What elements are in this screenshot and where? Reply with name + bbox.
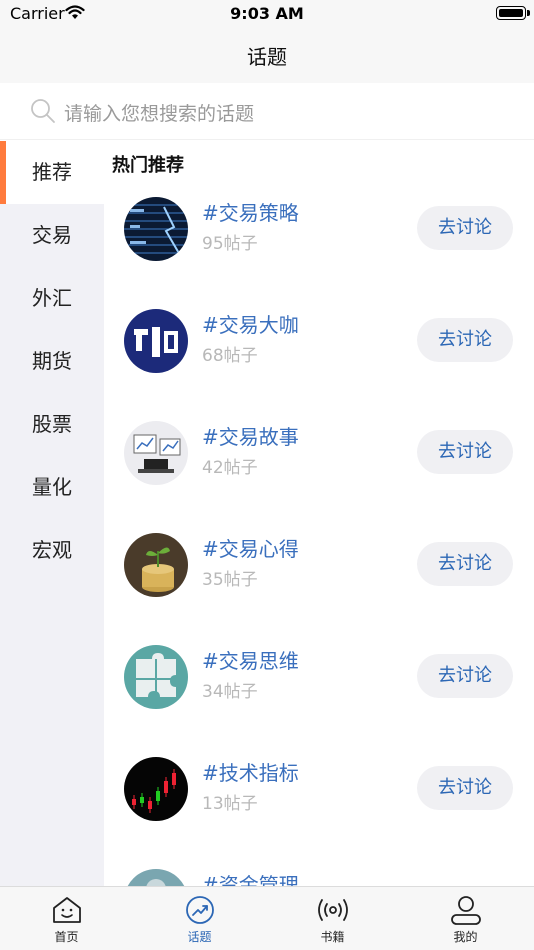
search-bar[interactable]: 请输入您想搜索的话题 [0,83,534,140]
sidebar-item-recommend[interactable]: 推荐 [0,141,104,204]
topic-post-count: 95帖子 [202,234,258,254]
topic-name[interactable]: #交易策略 [202,197,299,226]
sidebar-item-label: 外汇 [32,286,72,310]
topic-item[interactable]: #交易策略 95帖子 去讨论 [104,197,534,309]
topic-item[interactable]: #资金管理 [104,869,534,886]
discuss-button[interactable]: 去讨论 [417,766,513,810]
discuss-button[interactable]: 去讨论 [417,542,513,586]
sidebar-item-label: 股票 [32,412,72,436]
discuss-button[interactable]: 去讨论 [417,318,513,362]
sidebar-item-macro[interactable]: 宏观 [0,519,104,582]
battery-icon [496,6,530,20]
trend-icon [185,896,214,924]
sidebar-item-label: 交易 [32,223,72,247]
topic-name[interactable]: #资金管理 [202,869,299,886]
section-title: 热门推荐 [112,155,184,176]
sidebar-item-stocks[interactable]: 股票 [0,393,104,456]
person-icon [450,896,481,925]
topic-list: 热门推荐 #交易策略 95帖子 去讨论 #交易大咖 68帖子 去讨论 #交易故事… [104,141,534,886]
page-title: 话题 [247,45,287,69]
sidebar-item-label: 量化 [32,475,72,499]
active-indicator [0,141,6,204]
search-icon [31,99,55,123]
topic-item[interactable]: #交易大咖 68帖子 去讨论 [104,309,534,421]
search-input[interactable]: 请输入您想搜索的话题 [64,99,254,126]
topic-name[interactable]: #交易故事 [202,421,299,450]
tab-profile[interactable]: 我的 [399,887,532,950]
clock: 9:03 AM [230,4,304,23]
sidebar-item-label: 期货 [32,349,72,373]
sidebar-item-futures[interactable]: 期货 [0,330,104,393]
tab-bar: 首页 话题 书籍 我的 [0,886,534,950]
sidebar-item-trading[interactable]: 交易 [0,204,104,267]
topic-name[interactable]: #技术指标 [202,757,299,786]
topic-avatar [124,533,188,597]
discuss-button[interactable]: 去讨论 [417,206,513,250]
tab-label: 首页 [54,930,79,944]
sidebar-item-quant[interactable]: 量化 [0,456,104,519]
sidebar-item-label: 宏观 [32,538,72,562]
topic-post-count: 35帖子 [202,570,258,590]
tab-home[interactable]: 首页 [0,887,133,950]
topic-item[interactable]: #技术指标 13帖子 去讨论 [104,757,534,869]
tab-label: 我的 [453,930,478,944]
topic-post-count: 34帖子 [202,682,258,702]
sidebar-item-forex[interactable]: 外汇 [0,267,104,330]
topic-post-count: 68帖子 [202,346,258,366]
topic-name[interactable]: #交易思维 [202,645,299,674]
topic-item[interactable]: #交易思维 34帖子 去讨论 [104,645,534,757]
topic-name[interactable]: #交易心得 [202,533,299,562]
tab-label: 书籍 [320,930,345,944]
topic-avatar [124,645,188,709]
topic-item[interactable]: #交易心得 35帖子 去讨论 [104,533,534,645]
tab-label: 话题 [187,930,212,944]
status-bar: Carrier 9:03 AM [0,0,534,30]
tab-books[interactable]: 书籍 [266,887,399,950]
discuss-button[interactable]: 去讨论 [417,430,513,474]
topic-post-count: 13帖子 [202,794,258,814]
discuss-button[interactable]: 去讨论 [417,654,513,698]
topic-avatar [124,869,188,886]
home-face-icon [52,897,81,923]
tab-topics[interactable]: 话题 [133,887,266,950]
topic-avatar [124,757,188,821]
topic-avatar [124,197,188,261]
topic-avatar [124,421,188,485]
topic-item[interactable]: #交易故事 42帖子 去讨论 [104,421,534,533]
broadcast-icon [317,899,348,921]
topic-post-count: 42帖子 [202,458,258,478]
topic-name[interactable]: #交易大咖 [202,309,299,338]
navigation-bar: 话题 [0,30,534,83]
category-sidebar: 推荐 交易 外汇 期货 股票 量化 宏观 [0,141,104,886]
sidebar-item-label: 推荐 [32,160,72,184]
topic-avatar [124,309,188,373]
